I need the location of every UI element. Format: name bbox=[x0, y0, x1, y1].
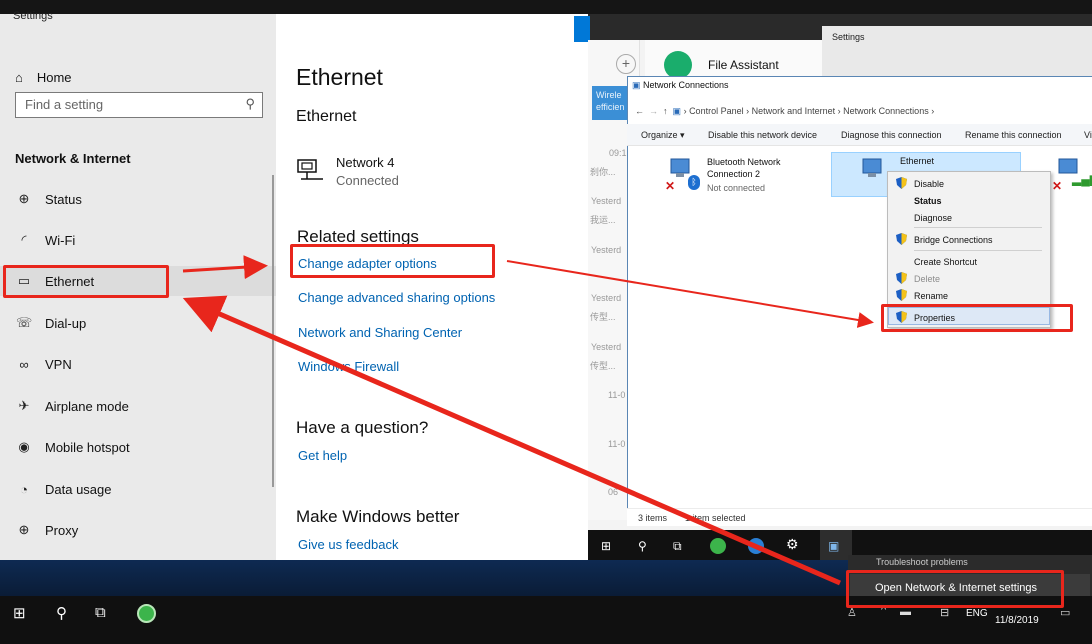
arrow-ethernet-to-adapter bbox=[182, 255, 268, 280]
arrow-settings-to-ethernet bbox=[182, 295, 841, 586]
arrow-adapter-to-properties bbox=[506, 260, 874, 328]
annotation-arrows bbox=[182, 255, 874, 586]
